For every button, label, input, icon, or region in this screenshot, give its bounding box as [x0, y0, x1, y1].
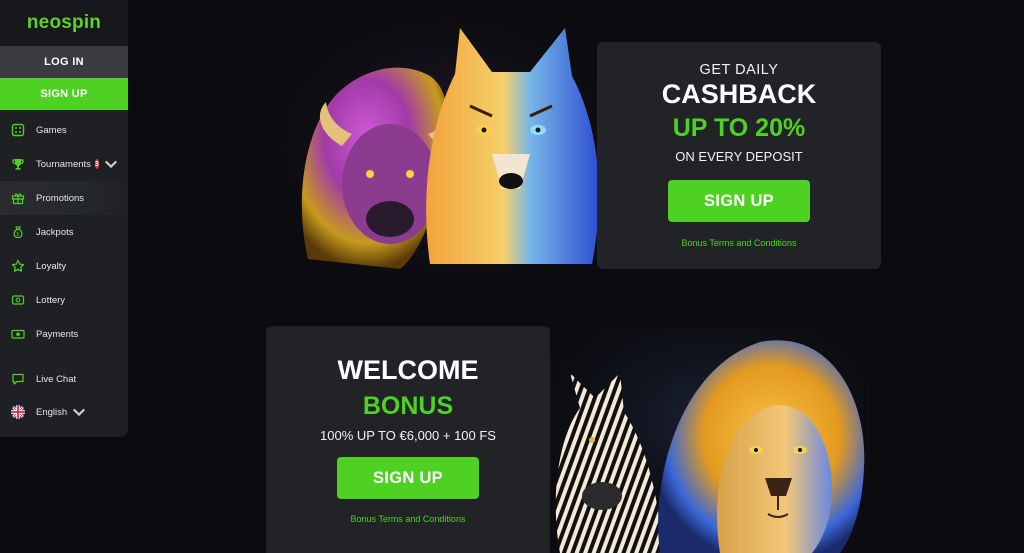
gift-icon — [11, 193, 25, 205]
cashback-highlight: UP TO 20% — [672, 114, 806, 142]
cash-icon — [11, 329, 25, 339]
sidebar-item-lottery[interactable]: Lottery — [0, 283, 128, 317]
lottery-ticket-icon — [11, 295, 25, 305]
dice-icon — [11, 123, 25, 137]
cashback-subtitle: ON EVERY DEPOSIT — [675, 149, 803, 164]
welcome-terms-link[interactable]: Bonus Terms and Conditions — [266, 514, 550, 524]
welcome-bonus-card: WELCOME BONUS 100% UP TO €6,000 + 100 FS… — [266, 326, 550, 553]
welcome-subtitle: 100% UP TO €6,000 + 100 FS — [320, 428, 496, 443]
sidebar-item-label: Loyalty — [36, 260, 67, 272]
login-button[interactable]: LOG IN — [0, 46, 128, 78]
uk-flag-icon — [11, 405, 25, 419]
language-label: English — [36, 406, 68, 418]
sidebar-item-label: Promotions — [36, 192, 85, 204]
logo[interactable]: neospin — [0, 0, 128, 46]
bison-wolf-illustration — [280, 14, 610, 276]
sidebar-item-label: Lottery — [36, 294, 66, 306]
chat-icon — [12, 373, 24, 385]
cashback-eyebrow: GET DAILY — [699, 62, 779, 78]
cashback-promo-card: GET DAILY CASHBACK UP TO 20% ON EVERY DE… — [597, 42, 881, 269]
chevron-down-icon[interactable] — [104, 157, 118, 171]
sidebar-item-label: Payments — [36, 328, 79, 340]
sidebar: neospin LOG IN SIGN UP Games Tournaments… — [0, 0, 128, 437]
sidebar-item-jackpots[interactable]: $ Jackpots — [0, 215, 128, 249]
chevron-down-icon — [73, 408, 86, 417]
zebra-lion-illustration — [550, 328, 870, 553]
sidebar-item-payments[interactable]: Payments — [0, 317, 128, 351]
trophy-icon — [12, 159, 24, 170]
star-icon — [11, 259, 25, 272]
cashback-terms-link[interactable]: Bonus Terms and Conditions — [597, 238, 881, 248]
sidebar-item-label: Games — [36, 124, 67, 136]
svg-text:$: $ — [16, 232, 19, 238]
tournaments-count-badge: 3 — [94, 159, 99, 169]
cashback-title: CASHBACK — [661, 79, 817, 109]
sidebar-item-label: Live Chat — [36, 373, 77, 385]
welcome-signup-button[interactable]: SIGN UP — [337, 457, 479, 499]
sidebar-item-label: Jackpots — [36, 226, 74, 238]
welcome-title: WELCOME — [337, 355, 479, 385]
language-selector[interactable]: English — [0, 395, 128, 429]
sidebar-item-games[interactable]: Games — [0, 113, 128, 147]
sidebar-item-promotions[interactable]: Promotions — [0, 181, 128, 215]
welcome-highlight: BONUS — [362, 392, 454, 420]
sidebar-signup-button[interactable]: SIGN UP — [0, 78, 128, 110]
money-bag-icon: $ — [13, 226, 23, 239]
sidebar-item-live-chat[interactable]: Live Chat — [0, 362, 128, 396]
sidebar-item-loyalty[interactable]: Loyalty — [0, 249, 128, 283]
logo-text: neospin — [26, 12, 102, 33]
sidebar-item-label: Tournaments — [36, 158, 91, 170]
sidebar-item-tournaments[interactable]: Tournaments 3 — [0, 147, 128, 181]
cashback-signup-button[interactable]: SIGN UP — [668, 180, 810, 222]
